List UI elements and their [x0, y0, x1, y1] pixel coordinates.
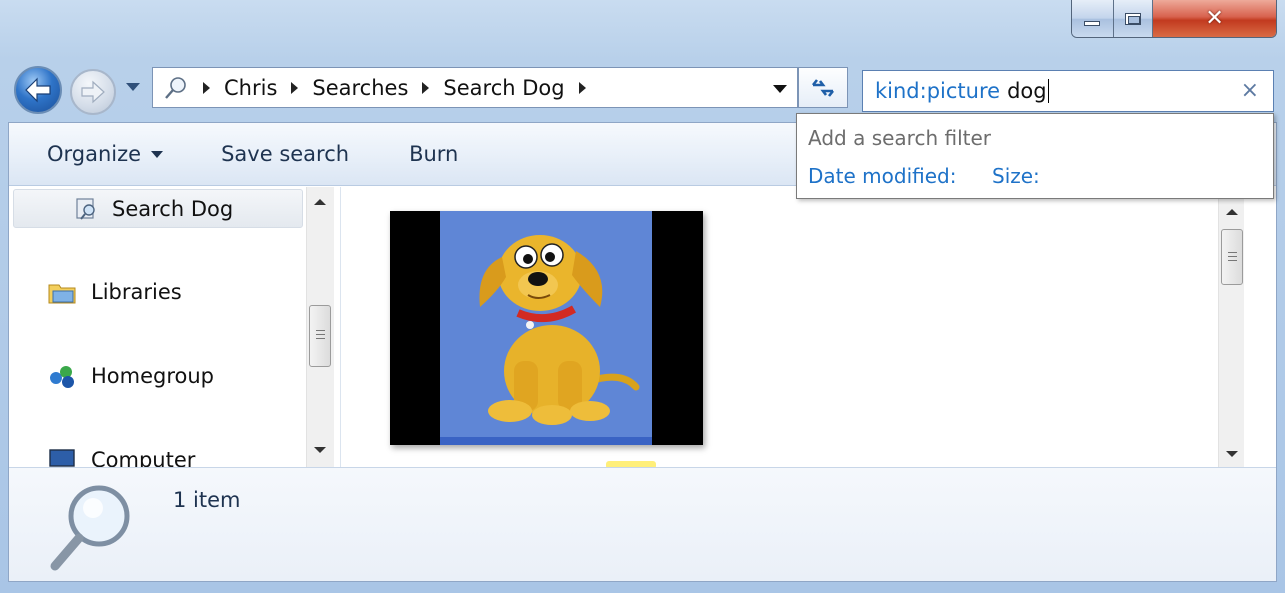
address-history-dropdown-icon[interactable] — [773, 85, 787, 93]
burn-label: Burn — [409, 142, 459, 166]
burn-button[interactable]: Burn — [409, 142, 458, 166]
chevron-down-icon — [151, 150, 164, 158]
filter-size[interactable]: Size: — [992, 164, 1040, 188]
nav-item-label: Homegroup — [91, 364, 215, 388]
scroll-up-icon[interactable] — [314, 199, 326, 205]
file-thumbnail-dog[interactable] — [390, 211, 703, 445]
recent-pages-dropdown-icon[interactable] — [126, 83, 140, 91]
save-search-button[interactable]: Save search — [221, 142, 349, 166]
text-caret — [1047, 79, 1049, 103]
organize-label: Organize — [47, 142, 142, 166]
filter-dropdown-title: Add a search filter — [808, 126, 992, 150]
scroll-thumb[interactable] — [309, 305, 331, 367]
minimize-button[interactable] — [1072, 0, 1114, 37]
breadcrumb-separator-icon[interactable] — [578, 81, 586, 94]
search-filter-dropdown: Add a search filter Date modified: Size: — [796, 113, 1274, 199]
close-button[interactable]: ✕ — [1153, 0, 1276, 37]
search-term: dog — [1007, 79, 1047, 103]
breadcrumb-separator-icon[interactable] — [291, 81, 299, 94]
nav-item-label: Libraries — [91, 280, 182, 304]
maximize-icon — [1124, 12, 1141, 25]
explorer-window: ✕ Chris Searches Search Dog kind:picture… — [0, 0, 1285, 593]
details-pane: 1 item — [9, 467, 1276, 581]
file-list — [342, 187, 1244, 469]
breadcrumb-searches[interactable]: Searches — [312, 76, 408, 100]
grip-line — [1228, 256, 1237, 257]
homegroup-icon — [50, 366, 74, 388]
organize-button[interactable]: Organize — [47, 142, 164, 166]
dog-image — [440, 211, 652, 445]
navpane-scrollbar[interactable] — [306, 187, 334, 467]
search-magnifier-icon — [50, 485, 130, 571]
nav-item-libraries[interactable]: Libraries — [47, 279, 182, 305]
grip-line — [316, 330, 325, 331]
grip-line — [1228, 260, 1237, 261]
back-button[interactable] — [14, 66, 62, 114]
nav-item-search-dog[interactable]: Search Dog — [13, 189, 303, 228]
breadcrumb-separator-icon[interactable] — [422, 81, 430, 94]
close-icon: ✕ — [1205, 6, 1224, 31]
scroll-down-icon[interactable] — [1226, 451, 1238, 457]
grip-line — [316, 334, 325, 335]
search-folder-icon — [165, 76, 186, 99]
scroll-thumb[interactable] — [1221, 229, 1243, 285]
minimize-icon — [1084, 21, 1101, 26]
forward-arrow-icon — [81, 80, 105, 104]
saved-search-icon — [76, 198, 95, 220]
forward-button[interactable] — [70, 69, 116, 115]
breadcrumb-separator-icon[interactable] — [203, 81, 210, 94]
clear-search-icon[interactable]: × — [1241, 78, 1259, 103]
breadcrumb-search-dog[interactable]: Search Dog — [443, 76, 564, 100]
breadcrumb-chris[interactable]: Chris — [224, 76, 277, 100]
nav-item-label: Search Dog — [112, 196, 234, 221]
scroll-down-icon[interactable] — [314, 447, 326, 453]
caption-buttons: ✕ — [1071, 0, 1277, 38]
grip-line — [316, 338, 325, 339]
filter-date-modified[interactable]: Date modified: — [808, 164, 956, 188]
libraries-icon — [48, 284, 76, 304]
save-search-label: Save search — [221, 142, 350, 166]
scroll-up-icon[interactable] — [1226, 209, 1238, 215]
fileview-scrollbar[interactable] — [1218, 187, 1244, 467]
back-arrow-icon — [25, 77, 51, 103]
refresh-icon — [811, 78, 835, 97]
nav-item-homegroup[interactable]: Homegroup — [47, 363, 214, 389]
grip-line — [1228, 252, 1237, 253]
dog-illustration — [440, 235, 652, 445]
refresh-button[interactable] — [798, 67, 848, 108]
search-kind-token: kind:picture — [875, 79, 1001, 103]
navigation-pane: Search Dog Libraries Homegroup Computer — [9, 187, 341, 472]
search-input[interactable]: kind:picture dog × — [862, 70, 1274, 112]
item-count: 1 item — [173, 488, 241, 512]
maximize-button[interactable] — [1113, 0, 1154, 37]
address-bar[interactable]: Chris Searches Search Dog — [152, 67, 798, 108]
